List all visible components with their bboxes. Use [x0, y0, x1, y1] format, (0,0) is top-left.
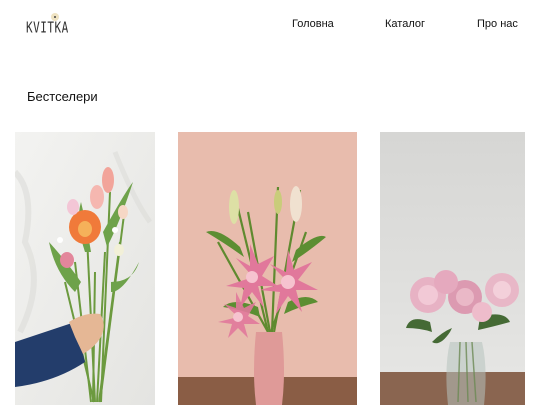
- nav-link-about[interactable]: Про нас: [477, 18, 518, 30]
- product-image-lilies: [178, 132, 357, 405]
- product-card[interactable]: [178, 132, 357, 405]
- product-card[interactable]: [380, 132, 525, 405]
- logo-text: KVITKA: [26, 19, 69, 37]
- product-card[interactable]: [15, 132, 155, 405]
- flower-icon: [51, 12, 59, 22]
- nav-link-catalog[interactable]: Каталог: [385, 18, 425, 30]
- section-title-bestsellers: Бестселери: [27, 89, 98, 104]
- logo[interactable]: KVITKA: [26, 12, 69, 40]
- product-image-peonies: [380, 132, 525, 405]
- nav-link-home[interactable]: Головна: [292, 18, 334, 30]
- product-image-bouquet: [15, 132, 155, 405]
